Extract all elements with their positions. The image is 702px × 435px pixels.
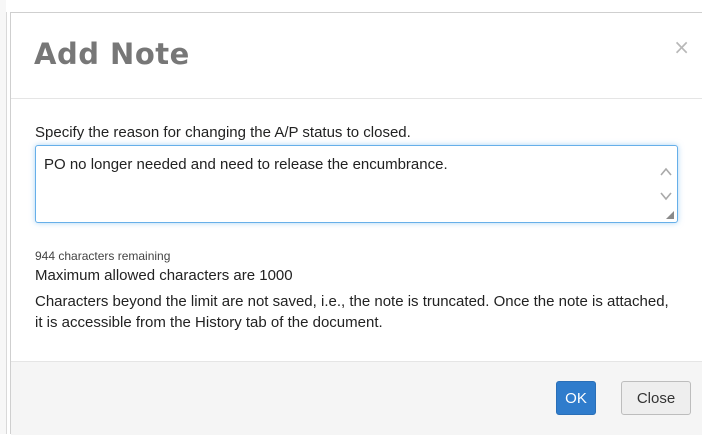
dialog-body: Specify the reason for changing the A/P … — [11, 99, 702, 361]
close-icon[interactable]: × — [673, 37, 690, 57]
add-note-dialog: Add Note × Specify the reason for changi… — [10, 12, 702, 435]
page-background-edge — [0, 0, 7, 434]
dialog-header: Add Note × — [11, 13, 702, 99]
truncation-info-text: Characters beyond the limit are not save… — [35, 293, 669, 331]
note-prompt-label: Specify the reason for changing the A/P … — [35, 124, 411, 141]
dialog-footer: OK Close — [11, 361, 702, 435]
scroll-down-icon[interactable] — [660, 190, 672, 202]
characters-remaining-text: 944 characters remaining — [35, 249, 171, 263]
close-button[interactable]: Close — [621, 381, 691, 415]
resize-grip-icon[interactable] — [666, 211, 674, 219]
ok-button[interactable]: OK — [556, 381, 596, 415]
note-textarea-value[interactable]: PO no longer needed and need to release … — [44, 156, 448, 173]
note-textarea[interactable]: PO no longer needed and need to release … — [35, 145, 678, 223]
page-top-edge — [6, 0, 702, 12]
max-characters-text: Maximum allowed characters are 1000 — [35, 267, 293, 284]
scroll-up-icon[interactable] — [660, 166, 672, 178]
dialog-title: Add Note — [34, 37, 190, 71]
